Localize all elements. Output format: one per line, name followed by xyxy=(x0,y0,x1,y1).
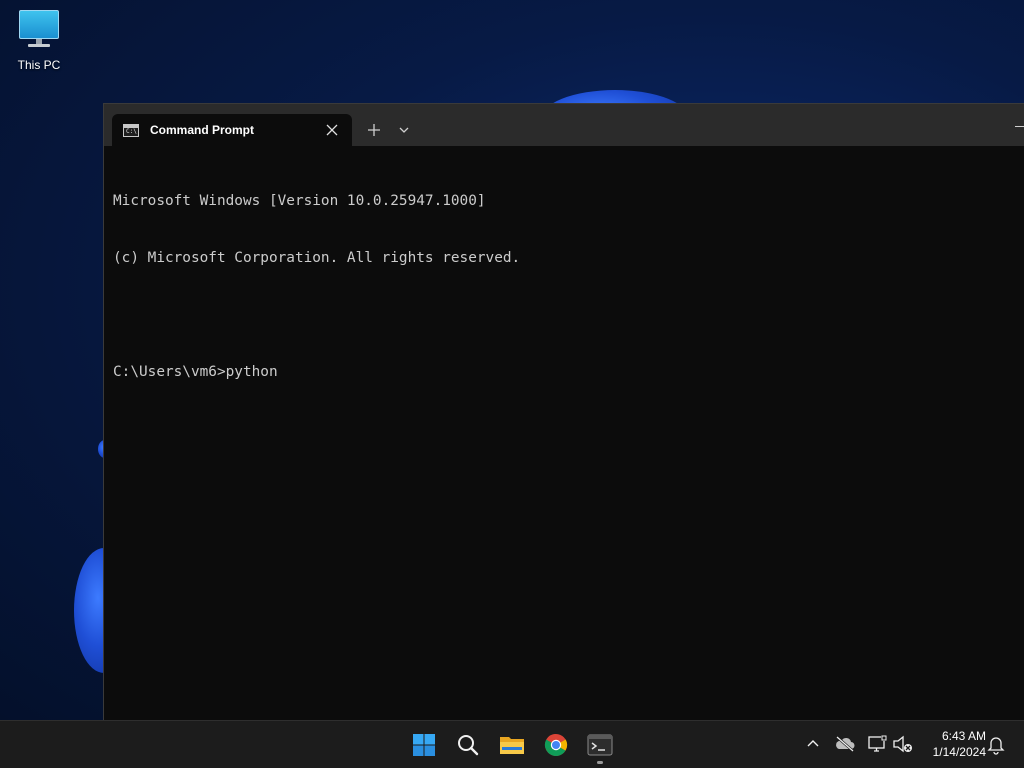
start-button[interactable] xyxy=(404,725,444,765)
computer-monitor-icon xyxy=(17,8,61,50)
windows-start-icon xyxy=(413,734,435,756)
chevron-up-icon[interactable] xyxy=(804,735,822,753)
folder-icon xyxy=(500,737,524,754)
new-tab-button[interactable] xyxy=(362,118,386,142)
notification-bell-icon[interactable] xyxy=(987,735,1005,755)
terminal-icon xyxy=(587,734,613,756)
command-prompt-window[interactable]: C:\ Command Prompt Microsoft Windows [Ve… xyxy=(103,103,1024,720)
chevron-down-icon xyxy=(399,127,409,133)
chrome-button[interactable] xyxy=(536,725,576,765)
console-prompt-line: C:\Users\vm6>python xyxy=(113,364,278,380)
command-prompt-icon: C:\ xyxy=(123,123,139,137)
desktop-icon-this-pc[interactable]: This PC xyxy=(10,8,68,80)
console-line: Microsoft Windows [Version 10.0.25947.10… xyxy=(113,193,486,209)
network-icon[interactable] xyxy=(866,734,888,754)
minimize-button[interactable] xyxy=(1010,118,1024,134)
terminal-button[interactable] xyxy=(580,725,620,765)
title-bar[interactable]: C:\ Command Prompt xyxy=(104,104,1024,146)
close-icon[interactable] xyxy=(318,116,346,144)
plus-icon xyxy=(368,124,380,136)
onedrive-offline-icon[interactable] xyxy=(834,735,856,753)
desktop: This PC C:\ Command Prompt Microsoft Win… xyxy=(0,0,1024,720)
console-line: (c) Microsoft Corporation. All rights re… xyxy=(113,250,521,266)
tab-dropdown-button[interactable] xyxy=(394,118,414,142)
minimize-icon xyxy=(1015,125,1024,127)
tab-title: Command Prompt xyxy=(150,123,255,137)
active-app-indicator xyxy=(597,761,603,764)
volume-muted-icon[interactable] xyxy=(892,734,914,754)
clock-time: 6:43 AM xyxy=(941,729,986,743)
file-explorer-button[interactable] xyxy=(492,725,532,765)
desktop-icon-label: This PC xyxy=(17,58,61,72)
taskbar-clock[interactable]: 6:43 AM 1/14/2024 xyxy=(920,728,986,762)
console-output[interactable]: Microsoft Windows [Version 10.0.25947.10… xyxy=(113,154,1024,420)
search-icon xyxy=(458,735,479,756)
taskbar: 6:43 AM 1/14/2024 xyxy=(0,720,1024,768)
tab-command-prompt[interactable]: C:\ Command Prompt xyxy=(112,114,352,146)
clock-date: 1/14/2024 xyxy=(932,745,986,759)
search-button[interactable] xyxy=(448,725,488,765)
chrome-icon xyxy=(544,733,568,756)
